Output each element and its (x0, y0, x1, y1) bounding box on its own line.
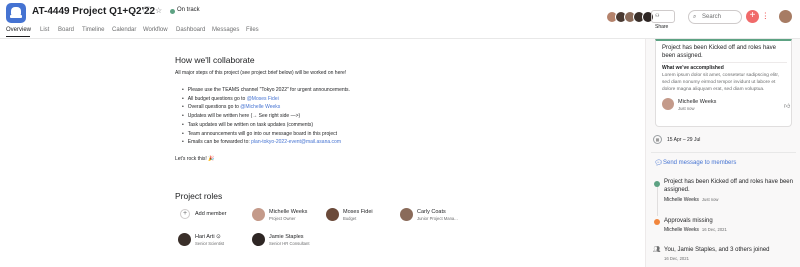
status-update-card[interactable]: Project has been Kicked off and roles ha… (655, 39, 792, 127)
mention-link[interactable]: @Michelle Weeks (240, 104, 280, 110)
member-name: Carly Coats (417, 209, 446, 215)
thumbs-up-icon[interactable]: 👍︎ (784, 102, 790, 110)
list-item: Updates will be written here (→ See righ… (182, 112, 350, 121)
create-button[interactable]: + (746, 10, 759, 23)
card-time: Just now (678, 106, 695, 111)
member-name: Hari Arti ⊙ (195, 234, 221, 240)
status-dot (654, 181, 660, 187)
avatar (400, 208, 413, 221)
member-role: Budget (343, 216, 357, 221)
send-message-link[interactable]: Send message to members (663, 160, 736, 166)
tab-workflow[interactable]: Workflow (143, 26, 168, 34)
info-icon[interactable]: ⓘ (143, 6, 151, 16)
timeline-line (657, 186, 658, 216)
active-tab-indicator (6, 36, 30, 37)
event-author: Michelle Weeks (664, 227, 699, 233)
list-item: Emails can be forwarded to: plan-tokyo-2… (182, 138, 350, 147)
add-member-icon[interactable]: + (180, 209, 190, 219)
chevron-down-icon[interactable]: ⌄ (131, 6, 138, 16)
status-dot (654, 219, 660, 225)
share-button[interactable]: ⚇ Share (651, 10, 675, 30)
search-input[interactable]: ⌕ Search (688, 10, 742, 24)
tab-dashboard[interactable]: Dashboard (176, 26, 205, 34)
member-role: Project Owner (269, 216, 296, 221)
member-role: Senior Scientist (195, 241, 225, 246)
list-item: Task updates will be written on task upd… (182, 121, 350, 130)
event-date: 16 Dec, 2021 (664, 256, 689, 261)
search-icon: ⌕ (693, 14, 697, 20)
sidebar-divider (651, 152, 796, 153)
tab-files[interactable]: Files (246, 26, 259, 34)
list-item: Team announcements will go into our mess… (182, 130, 350, 139)
project-dates[interactable]: 15 Apr – 29 Jul (667, 137, 700, 143)
event-meta: 16 Dec, 2021 (661, 256, 689, 262)
star-icon[interactable]: ☆ (155, 6, 162, 16)
status-label[interactable]: On track (177, 7, 200, 13)
collaborate-heading: How we'll collaborate (175, 55, 255, 65)
avatar (252, 233, 265, 246)
mention-link[interactable]: @Moses Fidei (247, 96, 279, 102)
list-item: Overall questions go to @Michelle Weeks (182, 103, 350, 112)
member-name: Jamie Staples (269, 234, 304, 240)
status-update-title: Project has been Kicked off and roles ha… (662, 45, 776, 59)
member-role: Junior Project Mana... (417, 216, 458, 221)
member-role: Senior HR Consultant (269, 241, 310, 246)
avatar (178, 233, 191, 246)
status-dot (170, 9, 175, 14)
calendar-icon: ▦ (653, 135, 662, 144)
member-name: Michelle Weeks (269, 209, 308, 215)
event-title[interactable]: You, Jamie Staples, and 3 others joined (664, 246, 794, 254)
list-item: All budget questions go to @Moses Fidei (182, 95, 350, 104)
card-divider (662, 62, 787, 63)
card-author: Michelle Weeks (678, 99, 717, 105)
search-placeholder: Search (702, 14, 722, 20)
tab-timeline[interactable]: Timeline (82, 26, 104, 34)
asana-logo-icon[interactable]: ⵗ (764, 10, 767, 22)
card-subtitle: What we've accomplished (662, 65, 724, 71)
user-avatar[interactable] (779, 10, 792, 23)
share-icon: ⚇ (655, 13, 660, 19)
collaboration-list: Please use the TEAMS channel "Tokyo 2022… (182, 86, 350, 147)
event-title[interactable]: Approvals missing (664, 217, 794, 225)
collaborate-intro: All major steps of this project (see pro… (175, 70, 347, 76)
avatar (252, 208, 265, 221)
tab-list[interactable]: List (40, 26, 49, 34)
project-roles-heading: Project roles (175, 191, 223, 201)
message-icon: 💬︎ (654, 160, 663, 167)
tab-messages[interactable]: Messages (212, 26, 239, 34)
member-name: Moses Fidei (343, 209, 373, 215)
card-body: Lorem ipsum dolor sit amet, consetetur s… (662, 73, 780, 92)
tab-board[interactable]: Board (58, 26, 74, 34)
event-date: 16 Dec, 2021 (701, 227, 727, 232)
avatar (662, 98, 674, 110)
project-icon[interactable] (6, 3, 26, 23)
list-item: Please use the TEAMS channel "Tokyo 2022… (182, 86, 350, 95)
event-author: Michelle Weeks (664, 197, 699, 203)
event-meta: Michelle Weeks Just now (664, 197, 718, 203)
event-title[interactable]: Project has been Kicked off and roles ha… (664, 178, 794, 194)
closing-text: Let's rock this! 🎉 (175, 156, 215, 162)
members-icon: 👥︎ (653, 247, 661, 253)
event-meta: Michelle Weeks 16 Dec, 2021 (664, 227, 727, 233)
project-tabs: Overview List Board Timeline Calendar Wo… (0, 26, 800, 38)
avatar (326, 208, 339, 221)
tab-overview[interactable]: Overview (6, 26, 31, 34)
event-date: Just now (701, 197, 719, 202)
tab-calendar[interactable]: Calendar (112, 26, 136, 34)
add-member-button[interactable]: Add member (195, 211, 227, 217)
email-link[interactable]: plan-tokyo-2022-event@mail.asana.com (251, 139, 341, 145)
